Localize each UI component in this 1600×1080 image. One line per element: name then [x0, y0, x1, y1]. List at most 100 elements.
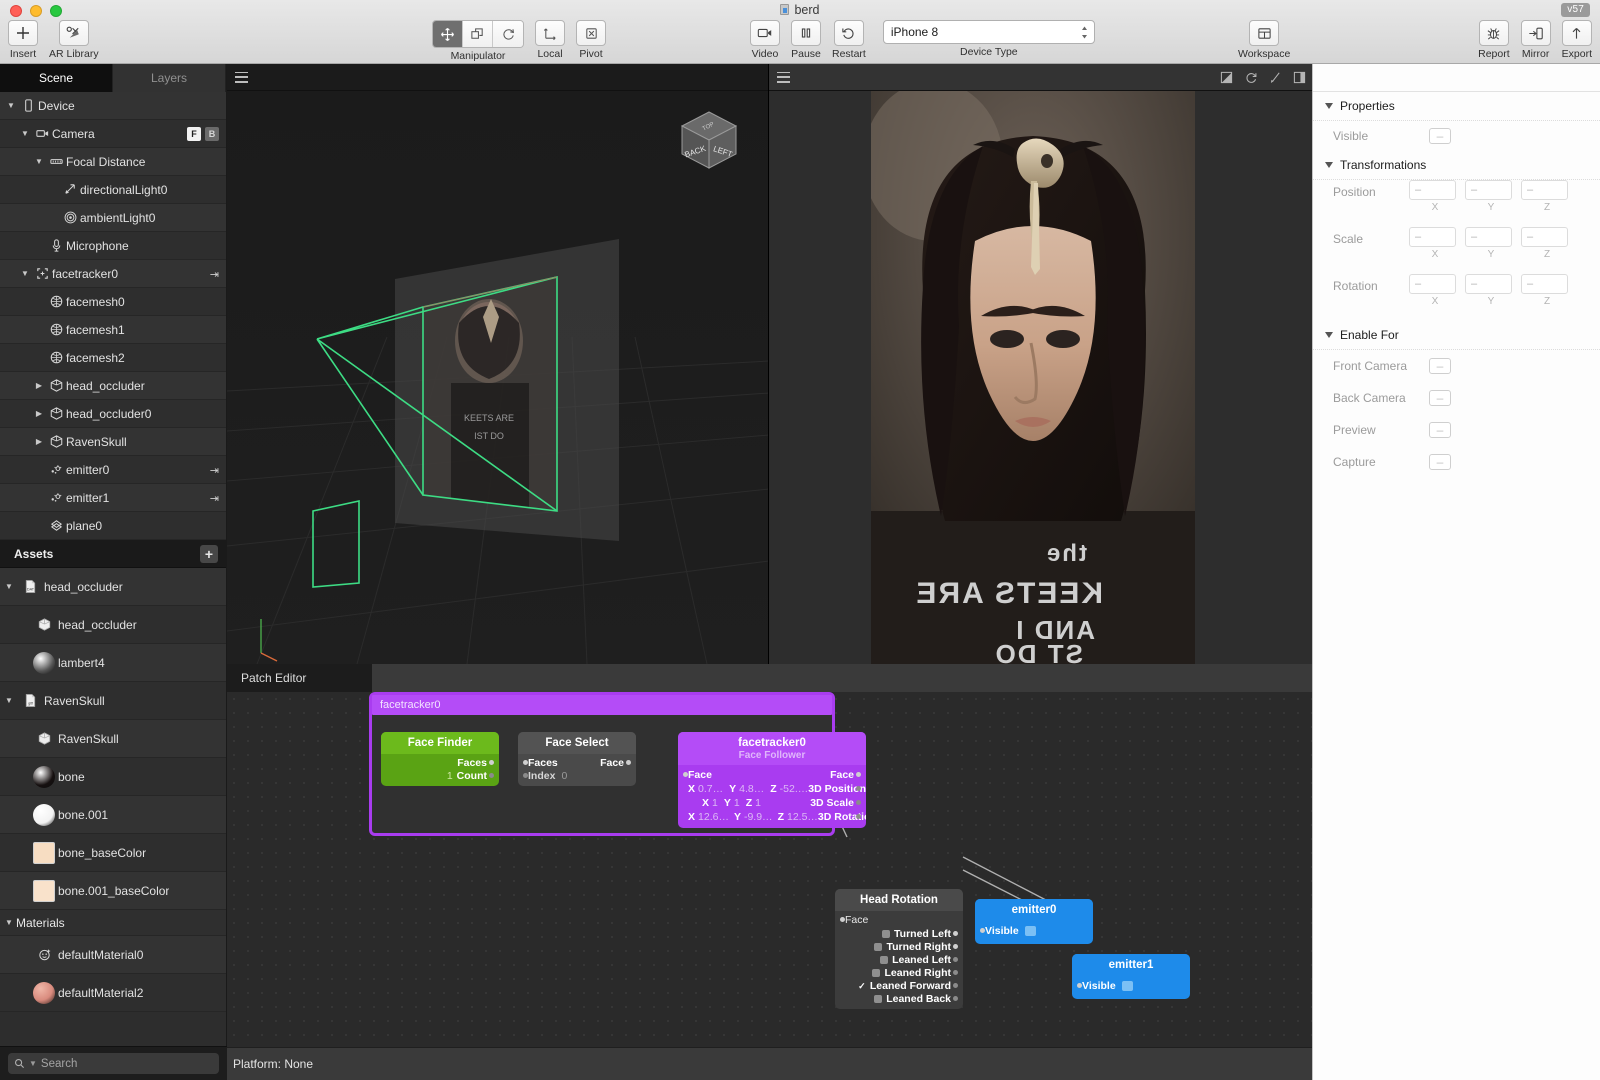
- asset-item-bone.001[interactable]: bone.001: [0, 796, 226, 834]
- camera-badge-f[interactable]: F: [187, 127, 201, 141]
- scene-item-plane0[interactable]: plane0: [0, 512, 226, 540]
- asset-item-bone.001-basecolor[interactable]: bone.001_baseColor: [0, 872, 226, 910]
- position-y-input[interactable]: –: [1465, 180, 1512, 200]
- enable-for-checkbox[interactable]: –: [1429, 422, 1451, 438]
- checkbox-icon[interactable]: [872, 968, 881, 977]
- scale-x-input[interactable]: –: [1409, 227, 1456, 247]
- asset-item-lambert4[interactable]: lambert4: [0, 644, 226, 682]
- face-finder-node[interactable]: Face Finder Faces 1 Count: [381, 732, 499, 786]
- scene-item-head-occluder0[interactable]: ▶ head_occluder0: [0, 400, 226, 428]
- disclosure-triangle[interactable]: ▼: [2, 918, 16, 927]
- disclosure-triangle[interactable]: ▼: [18, 269, 32, 278]
- report-button[interactable]: Report: [1478, 20, 1510, 60]
- head-rotation-output-leaned-right[interactable]: Leaned Right: [835, 966, 963, 979]
- visible-checkbox[interactable]: –: [1429, 128, 1451, 144]
- tab-layers[interactable]: Layers: [113, 64, 226, 92]
- facetracker0-node[interactable]: facetracker0 Face Follower Face Face X 0.…: [678, 732, 866, 828]
- panel-icon[interactable]: [1293, 71, 1306, 84]
- head-rotation-output-leaned-forward[interactable]: ✓ Leaned Forward: [835, 979, 963, 992]
- tab-patch-editor[interactable]: Patch Editor: [227, 664, 372, 692]
- local-button[interactable]: Local: [535, 20, 565, 60]
- position-z-input[interactable]: –: [1521, 180, 1568, 200]
- scene-item-focal-distance[interactable]: ▼ Focal Distance: [0, 148, 226, 176]
- asset-item-bone[interactable]: bone: [0, 758, 226, 796]
- search-dropdown-icon[interactable]: ▼: [29, 1059, 37, 1068]
- enable-for-capture[interactable]: Capture –: [1313, 446, 1600, 478]
- workspace-button[interactable]: Workspace: [1238, 20, 1290, 60]
- scene-item-emitter0[interactable]: emitter0 ⇥: [0, 456, 226, 484]
- scene-item-ravenskull[interactable]: ▶ RavenSkull: [0, 428, 226, 456]
- position-x-input[interactable]: –: [1409, 180, 1456, 200]
- manipulator-group[interactable]: Manipulator: [432, 20, 524, 62]
- scene-item-ambientlight0[interactable]: ambientLight0: [0, 204, 226, 232]
- emitter0-node[interactable]: emitter0 Visible: [975, 899, 1093, 944]
- checkbox-icon[interactable]: [874, 994, 883, 1003]
- tracker-arrow-icon[interactable]: ⇥: [210, 464, 219, 477]
- disclosure-triangle[interactable]: ▼: [18, 129, 32, 138]
- scene-item-facemesh0[interactable]: facemesh0: [0, 288, 226, 316]
- rotate-icon[interactable]: [493, 21, 523, 47]
- asset-item-defaultmaterial0[interactable]: defaultMaterial0: [0, 936, 226, 974]
- row-badges[interactable]: ⇥: [210, 484, 219, 512]
- visible-row[interactable]: Visible –: [1313, 121, 1600, 151]
- scene-viewport[interactable]: KEETS ARE IST DO BACK LEFT TOP: [227, 64, 769, 664]
- scale-y-input[interactable]: –: [1465, 227, 1512, 247]
- enable-for-section-header[interactable]: Enable For: [1313, 321, 1600, 350]
- scale-icon[interactable]: [463, 21, 493, 47]
- video-button[interactable]: Video: [750, 20, 780, 60]
- face-finder-faces-port[interactable]: [489, 760, 494, 765]
- properties-section-header[interactable]: Properties: [1313, 92, 1600, 121]
- disclosure-triangle[interactable]: ▼: [2, 582, 16, 591]
- asset-item-materials[interactable]: ▼ Materials: [0, 910, 226, 936]
- restart-button[interactable]: Restart: [832, 20, 866, 60]
- disclosure-triangle[interactable]: ▶: [32, 409, 46, 418]
- preview-viewport[interactable]: the KEETS ARE AND I ST DO: [769, 64, 1312, 664]
- add-asset-button[interactable]: +: [200, 545, 218, 563]
- head-rotation-output-leaned-back[interactable]: Leaned Back: [835, 992, 963, 1005]
- checkbox-icon[interactable]: [880, 955, 889, 964]
- translate-icon[interactable]: [433, 21, 463, 47]
- tab-scene[interactable]: Scene: [0, 64, 113, 92]
- scene-item-device[interactable]: ▼ Device: [0, 92, 226, 120]
- search-input[interactable]: ▼ Search: [8, 1053, 219, 1074]
- enable-for-checkbox[interactable]: –: [1429, 358, 1451, 374]
- scene-item-directionallight0[interactable]: directionalLight0: [0, 176, 226, 204]
- face-select-node[interactable]: Face Select Faces Face Index 0: [518, 732, 636, 786]
- tracker-arrow-icon[interactable]: ⇥: [210, 492, 219, 505]
- face-select-index-inport[interactable]: [523, 773, 528, 778]
- scene-item-head-occluder[interactable]: ▶ head_occluder: [0, 372, 226, 400]
- disclosure-triangle[interactable]: ▶: [32, 437, 46, 446]
- head-rotation-face-inport[interactable]: [840, 917, 845, 922]
- facetracker0-3d-rotation-port[interactable]: [856, 814, 861, 819]
- head-rotation-output-turned-left[interactable]: Turned Left: [835, 927, 963, 940]
- enable-for-preview[interactable]: Preview –: [1313, 414, 1600, 446]
- chevron-down-icon[interactable]: [1325, 103, 1333, 109]
- hamburger-icon[interactable]: [235, 71, 248, 83]
- insert-button[interactable]: Insert: [8, 20, 38, 60]
- head-rotation-output-port[interactable]: [953, 970, 958, 975]
- emitter0-visible-inport[interactable]: [980, 928, 985, 933]
- asset-item-ravenskull[interactable]: RavenSkull: [0, 720, 226, 758]
- search-bar[interactable]: ▼ Search: [0, 1046, 227, 1080]
- scene-item-facemesh1[interactable]: facemesh1: [0, 316, 226, 344]
- row-badges[interactable]: ⇥: [210, 456, 219, 484]
- chevron-down-icon[interactable]: [1325, 332, 1333, 338]
- ar-library-button[interactable]: AR Library: [49, 20, 99, 60]
- rotation-y-input[interactable]: –: [1465, 274, 1512, 294]
- panel-tabs[interactable]: Scene Layers: [0, 64, 226, 92]
- manipulator-segmented-control[interactable]: [432, 20, 524, 48]
- tracker-arrow-icon[interactable]: ⇥: [210, 268, 219, 281]
- face-select-faces-inport[interactable]: [523, 760, 528, 765]
- patch-editor-tabs[interactable]: Patch Editor: [227, 664, 1312, 692]
- camera-badge-b[interactable]: B: [205, 127, 219, 141]
- orientation-cube[interactable]: BACK LEFT TOP: [670, 98, 748, 179]
- transformations-section-header[interactable]: Transformations: [1313, 151, 1600, 180]
- asset-item-ravenskull[interactable]: ▼ gltf RavenSkull: [0, 682, 226, 720]
- face-select-face-outport[interactable]: [626, 760, 631, 765]
- device-type-group[interactable]: iPhone 8 Device Type: [882, 20, 1095, 58]
- asset-item-head-occluder[interactable]: ▼ DAT head_occluder: [0, 568, 226, 606]
- scene-item-camera[interactable]: ▼ Camera F B: [0, 120, 226, 148]
- enable-for-front-camera[interactable]: Front Camera –: [1313, 350, 1600, 382]
- facetracker0-face-inport[interactable]: [683, 772, 688, 777]
- preview-tool-buttons[interactable]: [1220, 64, 1306, 91]
